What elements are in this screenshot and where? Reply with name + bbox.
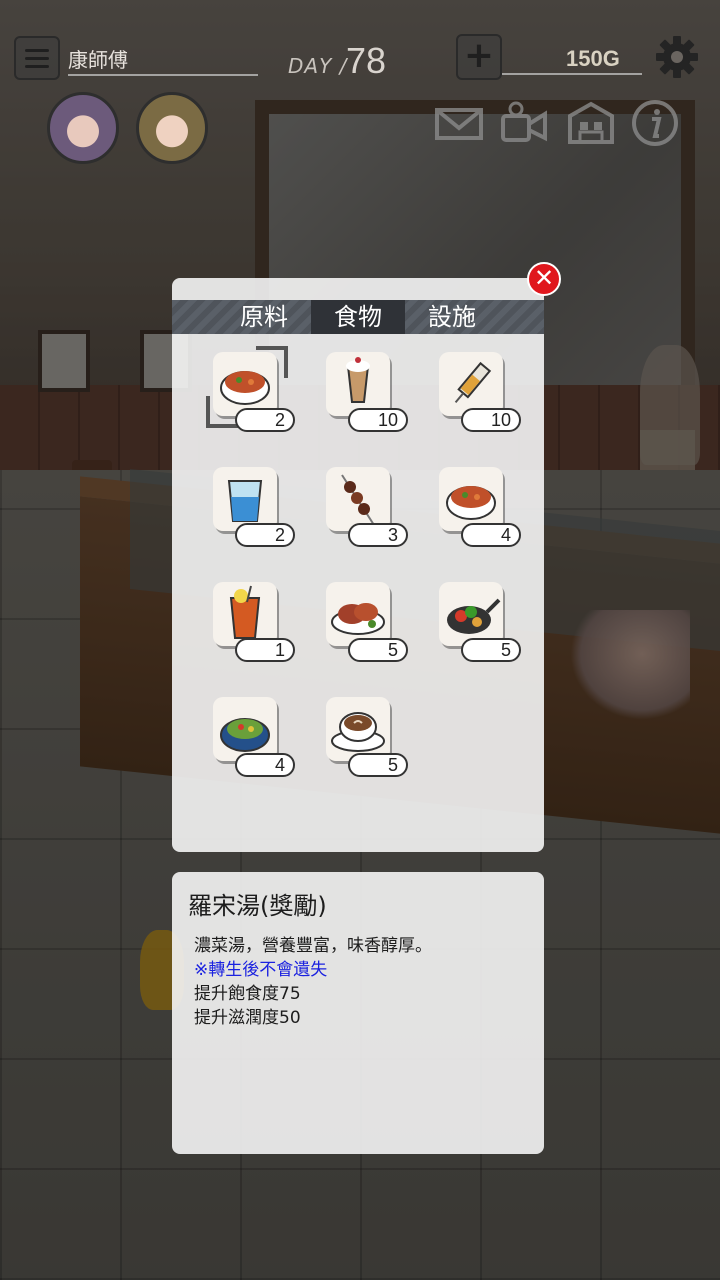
soup-bowl-icon: [439, 467, 503, 531]
mail-icon[interactable]: [434, 100, 484, 146]
item-slot[interactable]: 10: [316, 350, 408, 440]
item-effect-2: 提升滋潤度50: [194, 1008, 301, 1028]
item-slot[interactable]: 4: [203, 695, 295, 785]
item-count: 10: [461, 408, 521, 432]
character-avatar-1[interactable]: [47, 92, 119, 164]
item-effect-1: 提升飽食度75: [194, 984, 301, 1004]
item-count: 5: [348, 638, 408, 662]
character-avatar-2[interactable]: [136, 92, 208, 164]
close-icon: ✕: [533, 264, 555, 292]
item-count: 4: [461, 523, 521, 547]
item-count: 1: [235, 638, 295, 662]
syringe-icon: [439, 352, 503, 416]
menu-icon: [25, 48, 49, 52]
parfait-icon: [326, 352, 390, 416]
item-count: 5: [348, 753, 408, 777]
gear-icon[interactable]: [654, 34, 700, 80]
item-slot[interactable]: 5: [429, 580, 521, 670]
item-slot[interactable]: 5: [316, 695, 408, 785]
item-detail-panel: 羅宋湯(獎勵) 濃菜湯，營養豐富，味香醇厚。 ※轉生後不會遺失 提升飽食度75 …: [172, 872, 544, 1154]
video-camera-icon[interactable]: [500, 100, 550, 146]
item-count: 2: [235, 408, 295, 432]
water-glass-icon: [213, 467, 277, 531]
item-count: 10: [348, 408, 408, 432]
category-tabs: 原料 食物 設施: [172, 300, 544, 334]
roast-meat-icon: [326, 582, 390, 646]
close-button[interactable]: ✕: [527, 262, 561, 296]
item-description: 濃菜湯，營養豐富，味香醇厚。: [194, 936, 432, 956]
item-slot[interactable]: 3: [316, 465, 408, 555]
item-title: 羅宋湯(獎勵): [188, 892, 327, 920]
tab-food[interactable]: 食物: [311, 300, 405, 334]
coffee-cup-icon: [326, 697, 390, 761]
veggie-pan-icon: [439, 582, 503, 646]
item-count: 3: [348, 523, 408, 547]
iced-tea-icon: [213, 582, 277, 646]
item-slot[interactable]: 5: [316, 580, 408, 670]
item-description-block: 濃菜湯，營養豐富，味香醇厚。 ※轉生後不會遺失 提升飽食度75 提升滋潤度50: [194, 934, 432, 1030]
building-icon[interactable]: [566, 100, 616, 146]
item-slot[interactable]: 10: [429, 350, 521, 440]
day-label: DAY /: [288, 54, 348, 78]
item-note: ※轉生後不會遺失: [194, 960, 328, 980]
soup-bowl-icon: [213, 352, 277, 416]
tab-ingredients[interactable]: 原料: [217, 300, 311, 334]
gold-underline: [502, 73, 642, 75]
kebab-skewer-icon: [326, 467, 390, 531]
tab-facilities[interactable]: 設施: [405, 300, 499, 334]
item-slot[interactable]: 1: [203, 580, 295, 670]
stew-pot-icon: [213, 697, 277, 761]
info-icon[interactable]: [630, 100, 680, 146]
gold-amount: 150G: [566, 46, 620, 71]
item-slot[interactable]: 2: [203, 465, 295, 555]
item-count: 5: [461, 638, 521, 662]
item-slot[interactable]: 2: [203, 350, 295, 440]
add-gold-button[interactable]: +: [456, 34, 502, 80]
day-counter: 78: [346, 40, 387, 81]
item-count: 2: [235, 523, 295, 547]
player-name: 康師傅: [68, 44, 258, 76]
top-hud: 康師傅 DAY / 78 + 150G: [0, 0, 720, 170]
item-slot[interactable]: 4: [429, 465, 521, 555]
plus-icon: +: [463, 35, 495, 76]
item-count: 4: [235, 753, 295, 777]
menu-button[interactable]: [14, 36, 60, 80]
